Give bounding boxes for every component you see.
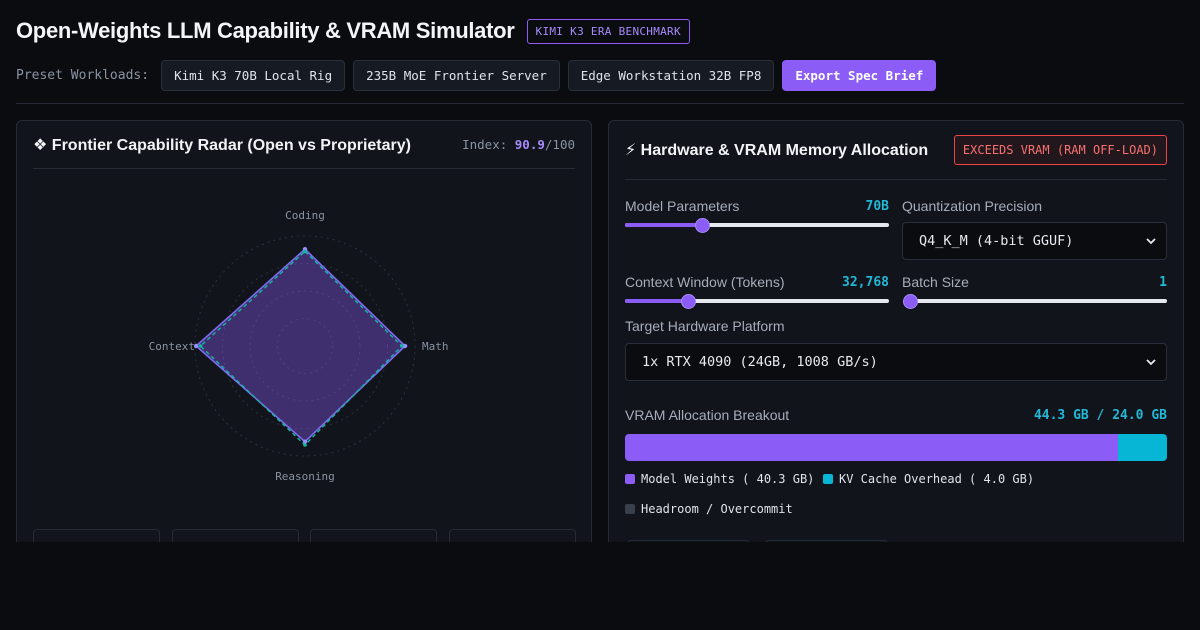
legend-headroom-label: Headroom / Overcommit xyxy=(641,502,793,516)
capability-index: Index: 90.9/100 xyxy=(462,137,575,152)
target-hardware-label: Target Hardware Platform xyxy=(625,318,785,334)
batch-size-slider[interactable] xyxy=(903,294,1167,309)
batch-size-label: Batch Size xyxy=(902,274,969,290)
radar-point xyxy=(303,249,307,254)
radar-panel-title: ❖ Frontier Capability Radar (Open vs Pro… xyxy=(33,136,411,154)
context-window-label: Context Window (Tokens) xyxy=(625,274,785,290)
target-hardware-selected: 1x RTX 4090 (24GB, 1008 GB/s) xyxy=(642,354,878,370)
preset-toolbar: Preset Workloads: Kimi K3 70B Local Rig … xyxy=(16,60,937,91)
context-window-value: 32,768 xyxy=(842,275,889,290)
legend-swatch-headroom xyxy=(625,504,635,514)
quantization-label: Quantization Precision xyxy=(902,198,1043,214)
vram-breakout-label: VRAM Allocation Breakout xyxy=(625,407,790,423)
index-max: /100 xyxy=(544,137,575,152)
page-title: Open-Weights LLM Capability & VRAM Simul… xyxy=(16,18,515,43)
stat-card xyxy=(33,529,160,542)
radar-axis-label-reasoning: Reasoning xyxy=(275,470,335,483)
vram-readout: 44.3 GB / 24.0 GB xyxy=(1033,408,1167,423)
slider-thumb[interactable] xyxy=(681,294,697,309)
hardware-panel-title: ⚡ Hardware & VRAM Memory Allocation xyxy=(625,142,929,159)
radar-panel-header: ❖ Frontier Capability Radar (Open vs Pro… xyxy=(33,121,575,169)
preset-button-moe-server[interactable]: 235B MoE Frontier Server xyxy=(353,60,560,91)
metric-card xyxy=(765,540,888,542)
legend-kv-cache: KV Cache Overhead ( 4.0 GB) xyxy=(823,472,1034,486)
batch-size-value: 1 xyxy=(1159,275,1167,290)
app-header: Open-Weights LLM Capability & VRAM Simul… xyxy=(16,18,690,44)
hardware-panel-header: ⚡ Hardware & VRAM Memory Allocation EXCE… xyxy=(625,121,1167,180)
model-params-slider[interactable] xyxy=(625,218,889,233)
radar-series xyxy=(193,247,408,447)
quantization-select[interactable]: Q4_K_M (4-bit GGUF) xyxy=(902,222,1167,260)
metric-card xyxy=(627,540,750,542)
slider-track xyxy=(910,299,1167,303)
legend-swatch-kv xyxy=(823,474,833,484)
legend-weights: Model Weights ( 40.3 GB) xyxy=(625,472,814,486)
export-spec-button[interactable]: Export Spec Brief xyxy=(782,60,937,91)
radar-point xyxy=(303,443,307,447)
quantization-selected: Q4_K_M (4-bit GGUF) xyxy=(919,233,1074,249)
legend-headroom: Headroom / Overcommit xyxy=(625,502,793,516)
hardware-vram-panel: ⚡ Hardware & VRAM Memory Allocation EXCE… xyxy=(608,120,1184,542)
vram-allocation-bar xyxy=(625,434,1167,461)
capability-radar-chart: Coding Math Reasoning Context xyxy=(149,209,449,483)
preset-button-kimi-k3[interactable]: Kimi K3 70B Local Rig xyxy=(161,60,346,91)
model-params-value: 70B xyxy=(865,199,889,214)
capability-radar-panel: ❖ Frontier Capability Radar (Open vs Pro… xyxy=(16,120,592,542)
index-value: 90.9 xyxy=(514,137,545,152)
stat-card xyxy=(310,529,437,542)
header-divider xyxy=(16,103,1184,104)
slider-fill xyxy=(625,299,689,303)
radar-axis-label-coding: Coding xyxy=(285,209,325,222)
radar-axis-label-math: Math xyxy=(422,340,449,353)
radar-axis-label-context: Context xyxy=(149,340,195,353)
stat-card xyxy=(449,529,576,542)
chevron-down-icon xyxy=(1146,359,1156,366)
slider-fill xyxy=(625,223,702,227)
legend-kv-label: KV Cache Overhead ( 4.0 GB) xyxy=(839,472,1035,486)
slider-thumb[interactable] xyxy=(694,218,710,233)
model-params-label: Model Parameters xyxy=(625,198,740,214)
legend-weights-label: Model Weights ( 40.3 GB) xyxy=(641,472,815,486)
index-label: Index: xyxy=(462,137,508,152)
preset-button-edge-workstation[interactable]: Edge Workstation 32B FP8 xyxy=(567,60,775,91)
chevron-down-icon xyxy=(1146,238,1156,245)
radar-point xyxy=(400,344,404,348)
radar-point xyxy=(198,344,203,348)
vram-status-badge: EXCEEDS VRAM (RAM OFF-LOAD) xyxy=(953,135,1167,165)
era-badge: KIMI K3 ERA BENCHMARK xyxy=(526,18,690,44)
slider-thumb[interactable] xyxy=(903,294,918,309)
vram-bar-kv-segment xyxy=(1118,434,1167,461)
preset-label: Preset Workloads: xyxy=(16,68,150,83)
vram-bar-weights-segment xyxy=(625,434,1119,461)
stat-card xyxy=(172,529,299,542)
legend-swatch-weights xyxy=(625,474,635,484)
radar-series-primary xyxy=(194,248,407,443)
context-window-slider[interactable] xyxy=(625,294,889,309)
target-hardware-select[interactable]: 1x RTX 4090 (24GB, 1008 GB/s) xyxy=(625,343,1167,381)
